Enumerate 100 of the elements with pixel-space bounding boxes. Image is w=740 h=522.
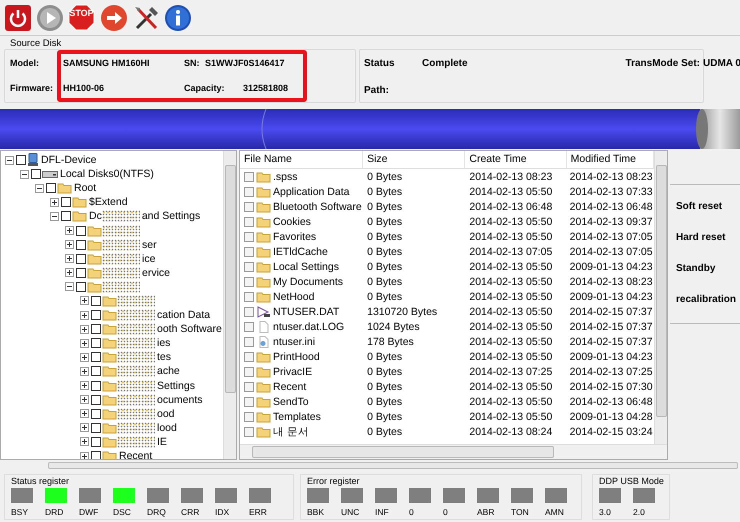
file-name[interactable]: ntuser.dat.LOG [273, 320, 344, 332]
checkbox[interactable] [16, 155, 26, 166]
checkbox[interactable] [244, 292, 254, 302]
checkbox[interactable] [244, 306, 254, 316]
checkbox[interactable] [244, 366, 254, 376]
checkbox[interactable] [91, 394, 101, 405]
file-name[interactable]: Local Settings [273, 260, 339, 272]
expand-icon[interactable] [80, 381, 89, 390]
expand-icon[interactable] [80, 409, 89, 418]
tree-label[interactable]: ooth Software [155, 323, 222, 336]
tree-label[interactable]: Settings [155, 380, 195, 392]
checkbox[interactable] [244, 246, 254, 256]
column-header[interactable]: Create Time [465, 151, 567, 168]
collapse-icon[interactable] [5, 156, 14, 165]
file-name[interactable]: ntuser.ini [273, 336, 316, 348]
scrollbar[interactable] [240, 444, 667, 459]
file-name[interactable]: NTUSER.DAT [273, 306, 340, 318]
reset-button[interactable]: recalibration [670, 284, 740, 315]
collapse-icon[interactable] [65, 282, 74, 292]
file-name[interactable]: Bluetooth Software [273, 200, 362, 212]
checkbox[interactable] [244, 202, 254, 212]
expand-icon[interactable] [50, 198, 59, 207]
expand-icon[interactable] [80, 310, 89, 320]
file-name[interactable]: Cookies [273, 216, 311, 228]
expand-icon[interactable] [80, 437, 89, 446]
tree-label[interactable]: tes [155, 351, 172, 364]
checkbox[interactable] [244, 396, 254, 406]
checkbox[interactable] [244, 412, 254, 422]
tree-label[interactable]: Root [72, 182, 96, 194]
file-name[interactable]: .spss [273, 170, 298, 182]
expand-icon[interactable] [80, 296, 89, 306]
scrollbar[interactable] [48, 462, 738, 468]
checkbox[interactable] [76, 226, 86, 236]
tree-label[interactable]: lood [155, 422, 177, 434]
expand-icon[interactable] [65, 268, 74, 278]
collapse-icon[interactable] [50, 212, 59, 221]
checkbox[interactable] [91, 451, 101, 459]
checkbox[interactable] [31, 169, 41, 180]
tree-label[interactable]: Dc [87, 210, 102, 222]
checkbox[interactable] [76, 254, 86, 264]
expand-icon[interactable] [80, 395, 89, 404]
checkbox[interactable] [244, 426, 254, 436]
checkbox[interactable] [91, 296, 101, 306]
expand-icon[interactable] [65, 254, 74, 264]
file-name[interactable]: Recent [273, 380, 306, 392]
file-name[interactable]: My Documents [273, 276, 344, 288]
tree-label[interactable]: DFL-Device [39, 154, 96, 166]
checkbox[interactable] [61, 197, 71, 208]
stop-button[interactable]: STOP [67, 3, 96, 32]
file-name[interactable]: SendTo [273, 396, 309, 408]
expand-icon[interactable] [80, 352, 89, 362]
file-name[interactable]: Templates [273, 410, 321, 422]
tree-label[interactable]: and Settings [140, 210, 200, 222]
power-button[interactable] [3, 3, 32, 32]
file-name[interactable]: PrivacIE [273, 366, 312, 378]
expand-icon[interactable] [65, 240, 74, 250]
checkbox[interactable] [91, 366, 101, 376]
checkbox[interactable] [244, 186, 254, 196]
play-button[interactable] [35, 3, 64, 32]
info-button[interactable] [163, 3, 192, 32]
column-header[interactable]: Size [363, 151, 466, 168]
checkbox[interactable] [244, 216, 254, 226]
collapse-icon[interactable] [35, 184, 44, 193]
checkbox[interactable] [91, 408, 101, 419]
tree-label[interactable]: ser [140, 238, 157, 251]
file-name[interactable]: Favorites [273, 230, 316, 242]
tree-label[interactable]: Recent [117, 450, 152, 459]
tree-label[interactable]: ies [155, 337, 170, 350]
tree-label[interactable]: $Extend [87, 196, 128, 208]
checkbox[interactable] [76, 240, 86, 250]
file-name[interactable]: NetHood [273, 290, 314, 302]
checkbox[interactable] [46, 183, 56, 194]
checkbox[interactable] [61, 211, 71, 222]
checkbox[interactable] [76, 268, 86, 278]
checkbox[interactable] [244, 276, 254, 286]
tree-label[interactable]: ervice [140, 266, 170, 279]
scrollbar[interactable] [223, 151, 236, 459]
file-name[interactable]: 내 문서 [273, 424, 309, 438]
checkbox[interactable] [244, 172, 254, 182]
checkbox[interactable] [91, 380, 101, 391]
tree-label[interactable]: ocuments [155, 394, 203, 406]
tree-label[interactable]: ache [155, 365, 180, 378]
checkbox[interactable] [91, 310, 101, 320]
checkbox[interactable] [244, 322, 254, 332]
expand-icon[interactable] [80, 338, 89, 348]
checkbox[interactable] [91, 352, 101, 362]
expand-icon[interactable] [80, 452, 89, 459]
checkbox[interactable] [244, 352, 254, 362]
reset-button[interactable]: Hard reset [670, 222, 740, 253]
tree-label[interactable]: ood [155, 408, 175, 420]
file-name[interactable]: Application Data [273, 186, 350, 198]
checkbox[interactable] [76, 282, 86, 292]
expand-icon[interactable] [65, 226, 74, 236]
checkbox[interactable] [91, 338, 101, 348]
reset-button[interactable]: Soft reset [670, 191, 740, 222]
tree-label[interactable]: Local Disks0(NTFS) [58, 168, 154, 180]
expand-icon[interactable] [80, 366, 89, 376]
tree-label[interactable]: cation Data [155, 309, 210, 322]
checkbox[interactable] [244, 232, 254, 242]
checkbox[interactable] [244, 336, 254, 346]
